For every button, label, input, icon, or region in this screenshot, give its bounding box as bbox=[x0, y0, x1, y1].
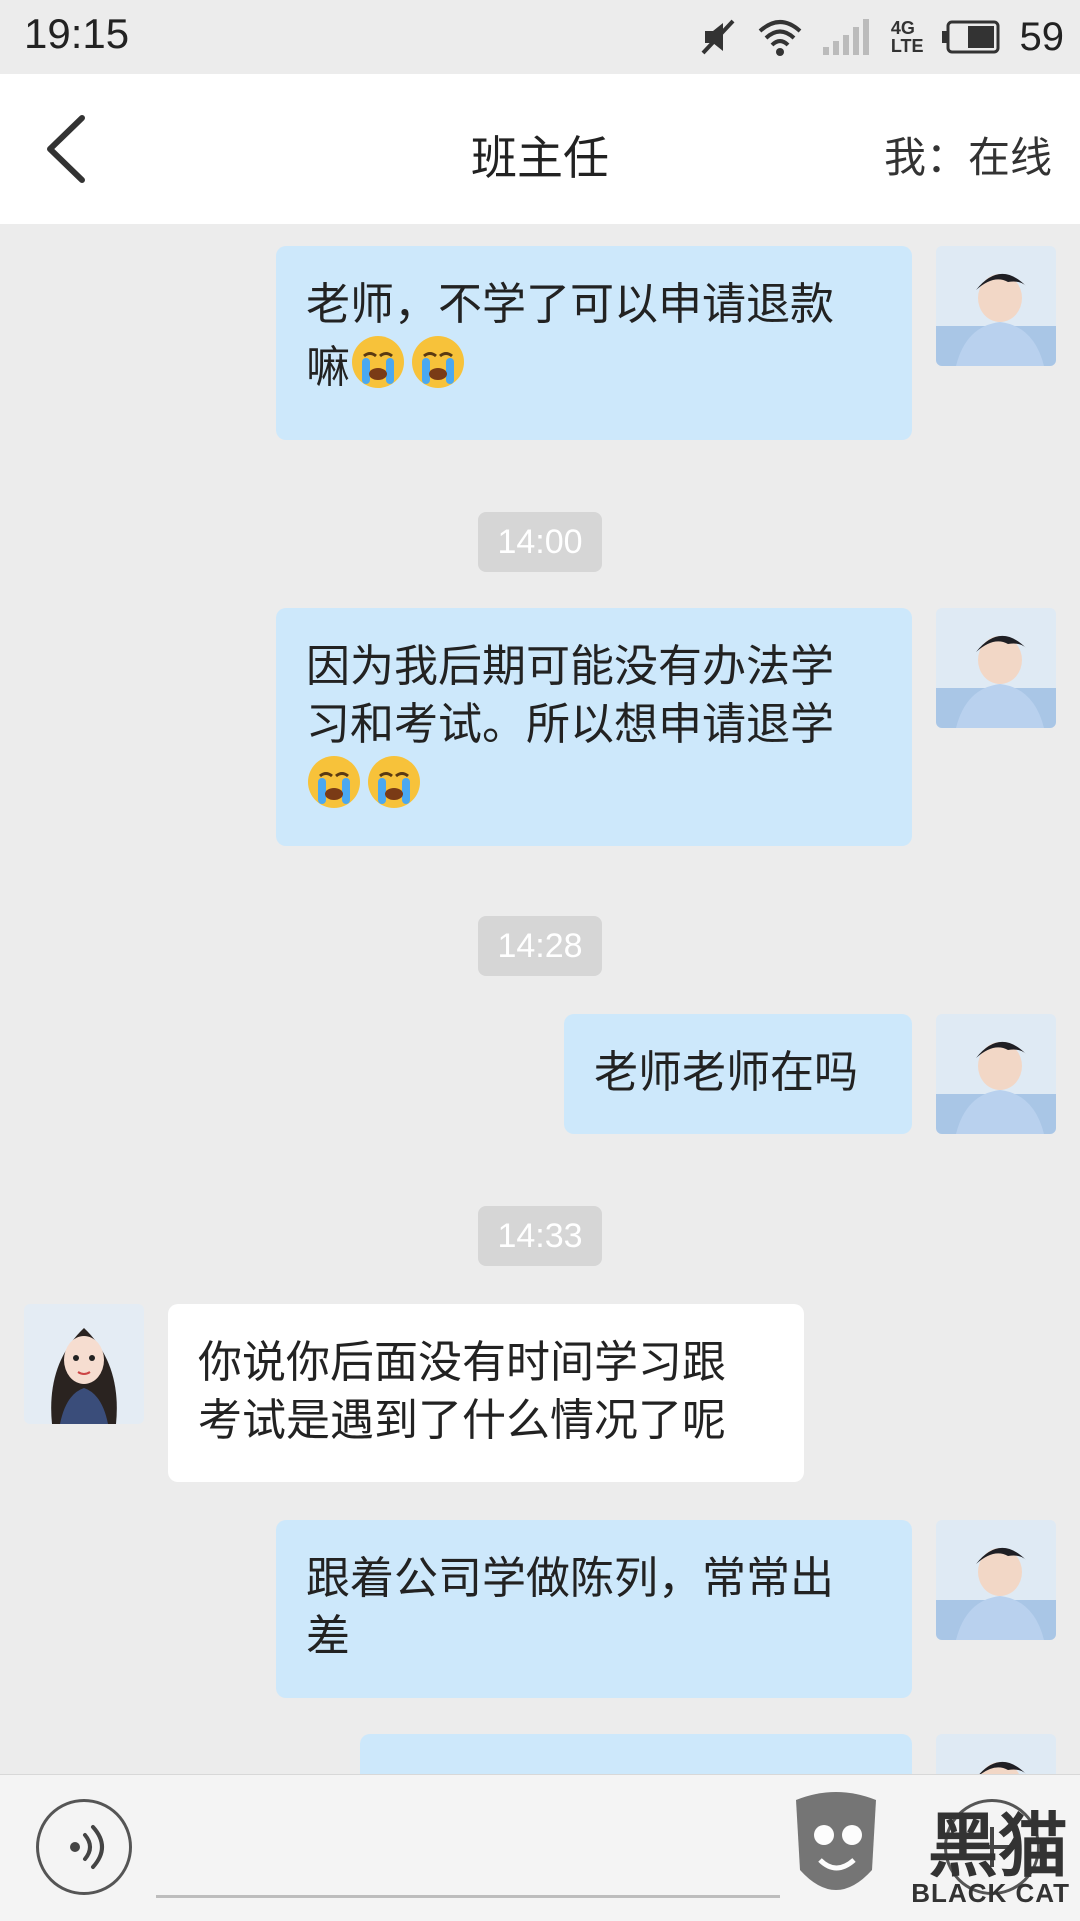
their-message-bubble[interactable]: 你说你后面没有时间学习跟 考试是遇到了什么情况了呢 bbox=[168, 1304, 804, 1482]
status-bar: 19:15 4G LTE 59 bbox=[0, 0, 1080, 74]
teacher-avatar[interactable] bbox=[24, 1304, 144, 1424]
message-text-line: 考试是遇到了什么情况了呢 bbox=[198, 1395, 726, 1446]
message-text-line: 嘛 bbox=[306, 334, 882, 397]
status-time: 19:15 bbox=[24, 10, 130, 57]
my-avatar[interactable] bbox=[936, 1520, 1056, 1640]
timestamp-chip: 14:00 bbox=[478, 512, 602, 572]
network-label: 4G bbox=[890, 18, 915, 38]
message-text: 老师老师在吗 bbox=[594, 1047, 858, 1098]
network-type-icon: 4G LTE bbox=[891, 19, 924, 55]
message-text-line: 因为我后期可能没有办法学 bbox=[306, 641, 834, 692]
message-list[interactable]: 老师，不学了可以申请退款 嘛 14:00 因为我后期可能没有办法学 习和考试。所… bbox=[0, 224, 1080, 1774]
status-icons: 4G LTE 59 bbox=[699, 10, 1064, 64]
voice-button[interactable] bbox=[36, 1799, 132, 1895]
signal-icon bbox=[821, 17, 873, 57]
message-text: 嘛 bbox=[306, 342, 350, 393]
my-message-bubble[interactable]: 老师，不学了可以申请退款 嘛 bbox=[276, 246, 912, 440]
battery-level: 59 bbox=[1019, 14, 1065, 59]
message-input[interactable] bbox=[156, 1805, 780, 1898]
watermark-subtext: BLACK CAT bbox=[911, 1878, 1070, 1908]
crying-emoji-icon bbox=[352, 336, 404, 388]
message-text-line: 差 bbox=[306, 1611, 350, 1662]
crying-emoji-icon bbox=[308, 756, 360, 808]
my-avatar[interactable] bbox=[936, 608, 1056, 728]
my-message-bubble[interactable]: 老师老师在吗 bbox=[564, 1014, 912, 1134]
my-message-bubble-partial[interactable] bbox=[360, 1734, 912, 1774]
mute-icon bbox=[699, 17, 739, 57]
chat-header: 班主任 我：在线 bbox=[0, 74, 1080, 224]
my-message-bubble[interactable]: 因为我后期可能没有办法学 习和考试。所以想申请退学 bbox=[276, 608, 912, 846]
battery-icon bbox=[941, 20, 1002, 54]
voice-icon bbox=[70, 1825, 104, 1869]
crying-emoji-icon bbox=[368, 756, 420, 808]
my-message-bubble[interactable]: 跟着公司学做陈列，常常出 差 bbox=[276, 1520, 912, 1698]
timestamp-chip: 14:28 bbox=[478, 916, 602, 976]
emoji-line bbox=[306, 754, 882, 817]
my-avatar[interactable] bbox=[936, 1014, 1056, 1134]
wifi-icon bbox=[757, 17, 803, 57]
message-text-line: 你说你后面没有时间学习跟 bbox=[198, 1337, 726, 1388]
my-avatar[interactable] bbox=[936, 1734, 1056, 1774]
crying-emoji-icon bbox=[412, 336, 464, 388]
watermark-text: 黑猫 bbox=[928, 1805, 1068, 1887]
message-text-line: 习和考试。所以想申请退学 bbox=[306, 699, 834, 750]
network-sub-label: LTE bbox=[890, 36, 924, 56]
online-status: 我：在线 bbox=[883, 133, 1052, 182]
my-avatar[interactable] bbox=[936, 246, 1056, 366]
message-text-line: 老师，不学了可以申请退款 bbox=[306, 279, 834, 330]
timestamp-chip: 14:33 bbox=[478, 1206, 602, 1266]
message-text-line: 跟着公司学做陈列，常常出 bbox=[306, 1553, 834, 1604]
